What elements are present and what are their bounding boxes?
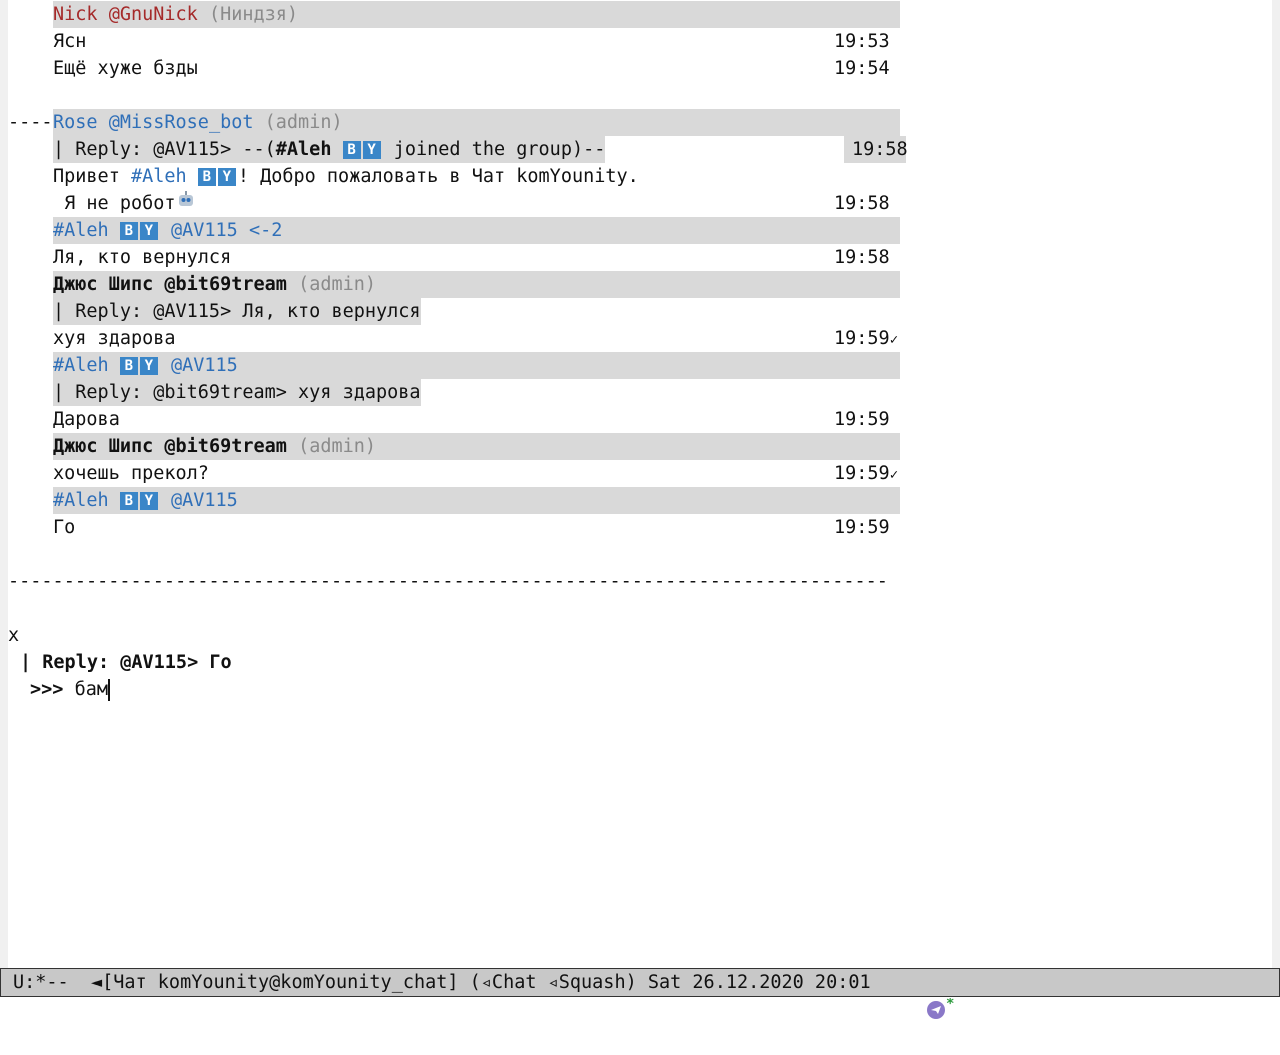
message-line: Я не робот 19:58 xyxy=(8,190,1272,217)
sender-username[interactable]: @AV115 xyxy=(171,490,238,511)
text-cursor xyxy=(107,679,110,701)
mention-link[interactable]: #Aleh xyxy=(131,166,187,187)
sender-role: (admin) xyxy=(298,274,377,295)
own-avatar xyxy=(8,625,30,647)
chat-buffer[interactable]: Nick @GnuNick (Ниндзя) Ясн 19:53 Ещё хуже… xyxy=(8,1,1272,701)
message-line: Го 19:59 xyxy=(8,514,1272,541)
reply-quote[interactable]: | Reply: @AV115> Ля, кто вернулся xyxy=(8,298,1272,325)
message-text: хуя здарова xyxy=(53,328,176,349)
sender-name[interactable]: Rose xyxy=(53,112,98,133)
message-header: Джюс Шипс @bit69tream (admin) xyxy=(8,271,1272,298)
flag-badge-b: B xyxy=(119,222,138,240)
sender-username[interactable]: @GnuNick xyxy=(109,4,198,25)
message-line: Привет #Aleh B Y! Добро пожаловать в Чат … xyxy=(8,163,1272,190)
sender-username[interactable]: @bit69tream xyxy=(164,274,287,295)
sender-name[interactable]: Джюс Шипс xyxy=(53,436,153,457)
reply-user: #Aleh xyxy=(275,139,332,160)
flag-badge-b: B xyxy=(119,357,138,375)
message-text: Ещё хуже бзды xyxy=(53,58,198,79)
sender-username[interactable]: @MissRose_bot xyxy=(109,112,254,133)
message-header: Rose @MissRose_bot (admin) xyxy=(8,109,1272,136)
left-fringe xyxy=(0,0,8,968)
jump-link[interactable]: <-2 xyxy=(249,220,282,241)
sender-username[interactable]: @AV115 xyxy=(171,220,238,241)
message-line: хочешь прекол? 19:59✓ xyxy=(8,460,1272,487)
reply-text: | Reply: @AV115> Ля, кто вернулся xyxy=(53,298,421,325)
compose-reply: x | Reply: @AV115> Го xyxy=(8,595,1272,673)
sender-name[interactable]: Джюс Шипс xyxy=(53,274,153,295)
read-check-icon: ✓ xyxy=(889,467,899,483)
input-prompt: >>> xyxy=(30,679,75,700)
timestamp: 19:59 xyxy=(834,409,890,430)
sender-role: (admin) xyxy=(298,436,377,457)
message-line: Ещё хуже бзды 19:54 xyxy=(8,55,1272,82)
read-check-icon: ✓ xyxy=(889,332,899,348)
flag-badge-b: B xyxy=(119,492,138,510)
input-separator: ----------------------------------------… xyxy=(8,571,888,592)
sender-name[interactable]: #Aleh xyxy=(53,220,109,241)
timestamp: 19:54 xyxy=(834,58,890,79)
mode-line-text: U:*-- ◄[Чат komYounity@komYounity_chat] … xyxy=(13,972,871,993)
timestamp: 19:59 xyxy=(834,463,890,484)
join-notice: ---------------------(#Aleh BY joined th… xyxy=(8,82,1272,163)
message-line: хуя здарова 19:59✓ xyxy=(8,325,1272,352)
sender-role: (Ниндзя) xyxy=(208,4,299,25)
message-line: Ясн 19:53 xyxy=(8,28,1272,55)
message-header: Джюс Шипс @bit69tream (admin) xyxy=(8,433,1272,460)
message-header: #Aleh BY @AV115 <-2 xyxy=(8,217,1272,244)
message-text: Дарова xyxy=(53,409,120,430)
robot-emoji-icon xyxy=(176,190,196,218)
greet-text-rest: ! Добро пожаловать в Чат komYounity. xyxy=(237,166,639,187)
flag-badge-y: Y xyxy=(362,141,381,159)
flag-badge-b: B xyxy=(197,168,216,186)
timestamp: 19:59 xyxy=(834,517,890,538)
sender-username[interactable]: @bit69tream xyxy=(164,436,287,457)
sender-username[interactable]: @AV115 xyxy=(171,355,238,376)
message-header: #Aleh BY @AV115 xyxy=(8,487,1272,514)
message-text: Ля, кто вернулся xyxy=(53,247,232,268)
flag-badge-y: Y xyxy=(139,222,158,240)
reply-text: | Reply: @bit69tream> хуя здарова xyxy=(53,379,421,406)
greet-text: Привет xyxy=(53,166,131,187)
message-text: хочешь прекол? xyxy=(53,463,209,484)
message-line: Ля, кто вернулся 19:58 xyxy=(8,244,1272,271)
sender-role: (admin) xyxy=(264,112,343,133)
reply-prefix: | Reply: @AV115> --( xyxy=(53,139,276,160)
flag-badge-b: B xyxy=(342,141,361,159)
svg-text:*: * xyxy=(946,998,954,1012)
compose-input-line[interactable]: >>> бам xyxy=(8,622,1272,701)
robot-text: Я не робот xyxy=(53,193,176,214)
sender-name[interactable]: #Aleh xyxy=(53,490,109,511)
right-fringe xyxy=(1272,0,1280,968)
mode-line: U:*-- ◄[Чат komYounity@komYounity_chat] … xyxy=(0,968,1280,1019)
reply-rest: joined the group)-- xyxy=(382,139,606,160)
timestamp: 19:58 xyxy=(834,193,890,214)
flag-badge-y: Y xyxy=(217,168,236,186)
flag-badge-y: Y xyxy=(139,357,158,375)
message-header: Nick @GnuNick (Ниндзя) xyxy=(8,1,1272,28)
sender-name[interactable]: Nick xyxy=(53,4,98,25)
message-line: Дарова 19:59 xyxy=(8,406,1272,433)
reply-quote[interactable]: | Reply: @AV115> --(#Aleh BY joined the … xyxy=(8,136,1272,163)
message-input[interactable]: бам xyxy=(75,679,108,700)
message-text: Го xyxy=(53,517,76,538)
flag-badge-y: Y xyxy=(139,492,158,510)
reply-quote[interactable]: | Reply: @bit69tream> хуя здарова xyxy=(8,379,1272,406)
timestamp: 19:59 xyxy=(834,328,890,349)
sender-name[interactable]: #Aleh xyxy=(53,355,109,376)
timestamp: 19:58 xyxy=(834,247,890,268)
timestamp: 19:53 xyxy=(834,31,890,52)
message-text: Ясн xyxy=(53,31,87,52)
telegram-icon[interactable]: * xyxy=(881,971,956,1055)
message-header: #Aleh BY @AV115 xyxy=(8,352,1272,379)
